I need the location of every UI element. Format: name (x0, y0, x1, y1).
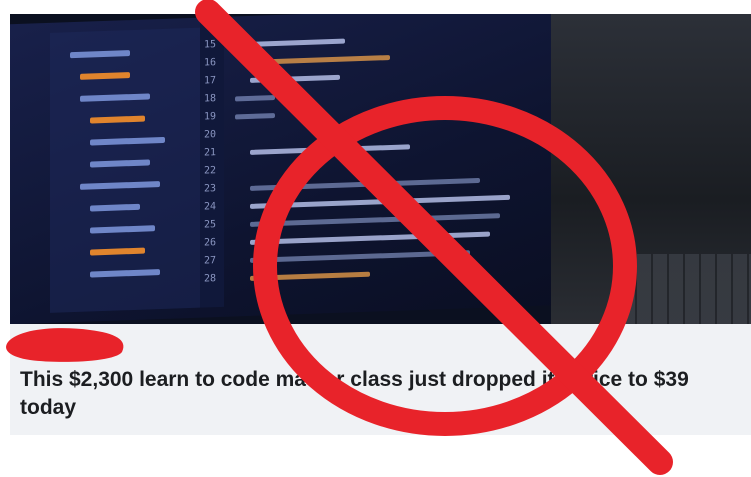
line-number: 24 (204, 201, 217, 213)
line-number: 27 (204, 255, 217, 267)
line-number: 22 (204, 165, 217, 177)
laptop-keyboard (621, 254, 751, 324)
line-number: 19 (204, 111, 217, 123)
article-headline[interactable]: This $2,300 learn to code master class j… (20, 366, 740, 422)
line-number: 18 (204, 93, 217, 105)
line-number: 23 (204, 183, 217, 195)
line-number-gutter: 15 16 17 18 19 20 21 22 23 24 25 26 27 2… (200, 16, 224, 308)
hero-image[interactable]: 15 16 17 18 19 20 21 22 23 24 25 26 27 2… (10, 14, 751, 324)
laptop-body (551, 14, 751, 324)
line-number: 21 (204, 147, 217, 159)
file-tree (50, 27, 200, 313)
line-number: 26 (204, 237, 217, 249)
link-preview-card[interactable]: 15 16 17 18 19 20 21 22 23 24 25 26 27 2… (10, 14, 751, 435)
line-number: 20 (204, 129, 217, 141)
line-number: 17 (204, 75, 217, 87)
laptop-screen: 15 16 17 18 19 20 21 22 23 24 25 26 27 2… (10, 14, 600, 324)
line-number: 28 (204, 273, 217, 285)
line-number: 16 (204, 57, 217, 69)
line-number: 15 (204, 39, 217, 51)
line-number: 25 (204, 219, 217, 231)
